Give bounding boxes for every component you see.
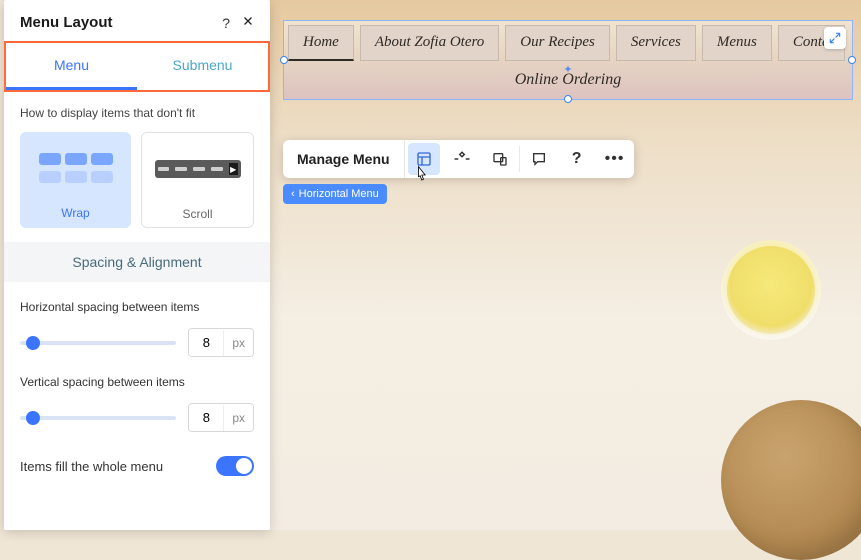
fill-menu-toggle[interactable]	[216, 456, 254, 476]
wrap-preview-icon	[33, 140, 119, 196]
wrap-label: Wrap	[61, 206, 89, 220]
nav-item-menus[interactable]: Menus	[702, 25, 772, 61]
close-icon	[242, 15, 254, 27]
help-button[interactable]: ?	[558, 140, 596, 178]
h-spacing-label: Horizontal spacing between items	[20, 300, 254, 314]
design-icon	[453, 150, 471, 168]
more-button[interactable]: •••	[596, 140, 634, 178]
nav-item-recipes[interactable]: Our Recipes	[505, 25, 610, 61]
layout-button[interactable]	[408, 143, 440, 175]
v-spacing-label: Vertical spacing between items	[20, 375, 254, 389]
breadcrumb-label: Horizontal Menu	[299, 188, 379, 200]
menu-row: Home About Zofia Otero Our Recipes Servi…	[288, 25, 848, 61]
overflow-mode-wrap[interactable]: Wrap	[20, 132, 131, 228]
breadcrumb[interactable]: ‹ Horizontal Menu	[283, 184, 387, 204]
scroll-preview-icon: ▶	[155, 141, 241, 197]
menu-layout-panel: Menu Layout ? Menu Submenu How to displa…	[4, 0, 270, 530]
expand-button[interactable]	[824, 27, 846, 49]
panel-close-button[interactable]	[242, 15, 254, 31]
menu-component-selection[interactable]: Home About Zofia Otero Our Recipes Servi…	[283, 20, 853, 100]
panel-title: Menu Layout	[20, 14, 113, 31]
responsive-button[interactable]	[481, 140, 519, 178]
nav-item-services[interactable]: Services	[616, 25, 696, 61]
panel-help-button[interactable]: ?	[222, 15, 230, 31]
section-spacing-alignment: Spacing & Alignment	[4, 242, 270, 282]
design-button[interactable]	[443, 140, 481, 178]
v-spacing-slider[interactable]	[20, 416, 176, 420]
resize-handle-bottom[interactable]	[564, 95, 572, 103]
add-row-indicator-icon: ✦	[563, 63, 572, 76]
tab-submenu[interactable]: Submenu	[137, 43, 268, 90]
overflow-hint: How to display items that don't fit	[20, 106, 254, 120]
h-spacing-slider[interactable]	[20, 341, 176, 345]
h-spacing-input[interactable]	[189, 329, 223, 356]
nav-item-home[interactable]: Home	[288, 25, 354, 61]
fill-menu-label: Items fill the whole menu	[20, 459, 163, 474]
comment-button[interactable]	[520, 140, 558, 178]
v-spacing-unit: px	[223, 405, 253, 431]
comment-icon	[531, 151, 547, 167]
nav-item-about[interactable]: About Zofia Otero	[360, 25, 499, 61]
tab-menu[interactable]: Menu	[6, 43, 137, 90]
resize-handle-right[interactable]	[848, 56, 856, 64]
h-spacing-unit: px	[223, 330, 253, 356]
responsive-icon	[492, 151, 508, 167]
overflow-mode-scroll[interactable]: ▶ Scroll	[141, 132, 254, 228]
v-spacing-input[interactable]	[189, 404, 223, 431]
scroll-label: Scroll	[182, 207, 212, 221]
resize-handle-left[interactable]	[280, 56, 288, 64]
element-toolbar: Manage Menu ? •••	[283, 140, 634, 178]
chevron-left-icon: ‹	[291, 188, 295, 200]
layout-icon	[416, 151, 432, 167]
panel-tabs: Menu Submenu	[4, 41, 270, 92]
expand-icon	[828, 31, 842, 45]
manage-menu-button[interactable]: Manage Menu	[283, 140, 405, 178]
